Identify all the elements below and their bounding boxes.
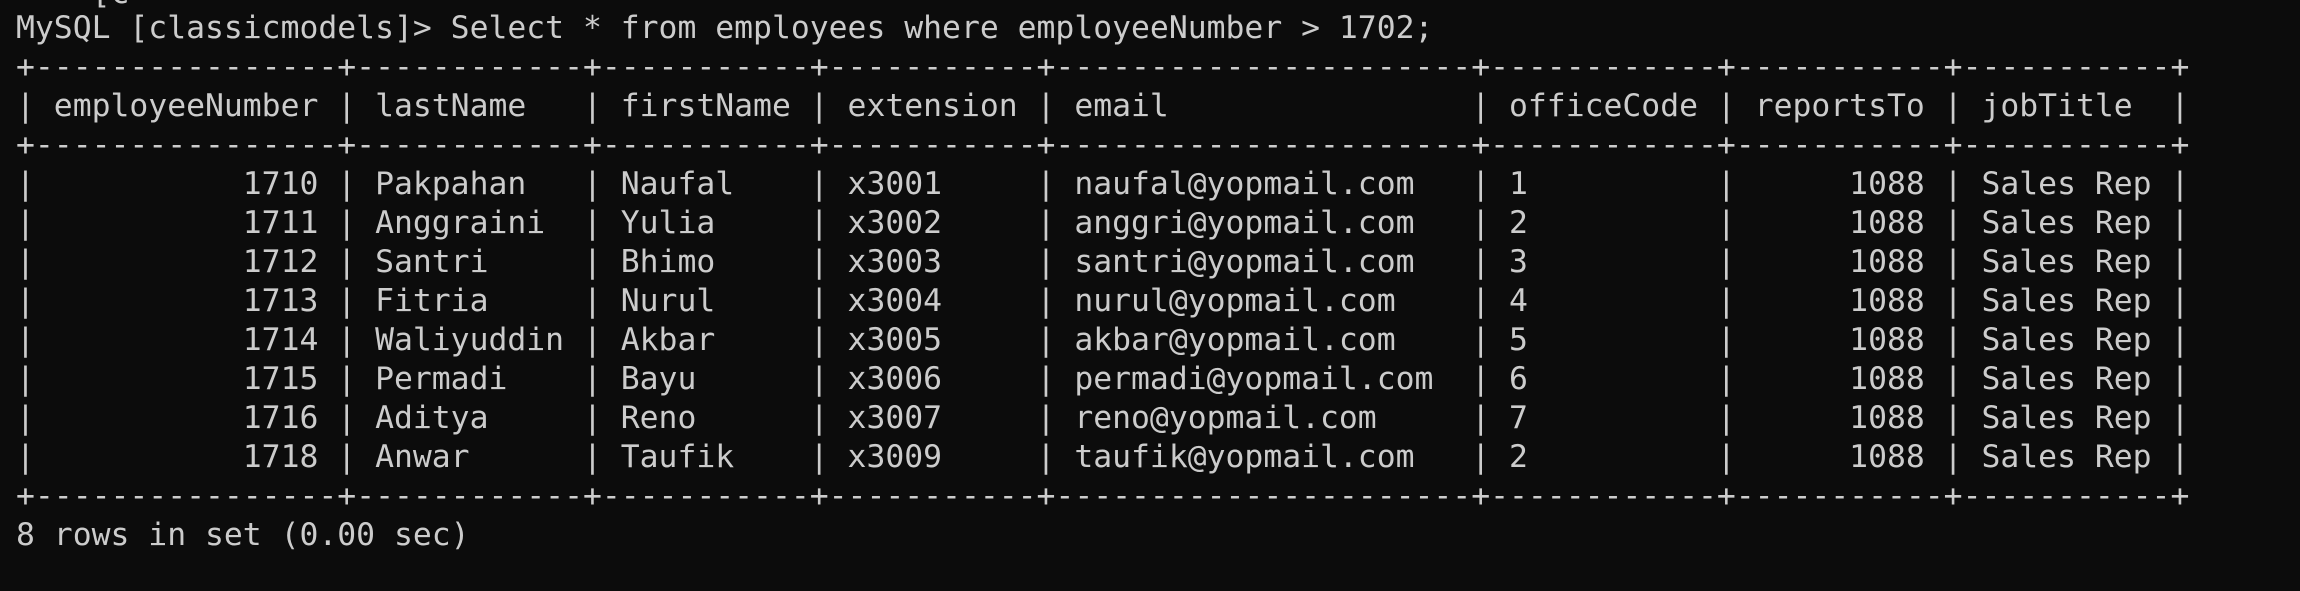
- table-row: | 1715 | Permadi | Bayu | x3006 | permad…: [16, 361, 2190, 397]
- command-prompt-line: MySQL [classicmodels]> Select * from emp…: [16, 10, 1434, 46]
- table-row: | 1711 | Anggraini | Yulia | x3002 | ang…: [16, 205, 2190, 241]
- table-row: | 1714 | Waliyuddin | Akbar | x3005 | ak…: [16, 322, 2190, 358]
- table-border-top: +----------------+------------+---------…: [16, 49, 2190, 85]
- table-row: | 1718 | Anwar | Taufik | x3009 | taufik…: [16, 439, 2190, 475]
- table-header-row: | employeeNumber | lastName | firstName …: [16, 88, 2190, 124]
- table-row: | 1710 | Pakpahan | Naufal | x3001 | nau…: [16, 166, 2190, 202]
- table-row: | 1713 | Fitria | Nurul | x3004 | nurul@…: [16, 283, 2190, 319]
- table-row: | 1712 | Santri | Bhimo | x3003 | santri…: [16, 244, 2190, 280]
- table-border-bottom: +----------------+------------+---------…: [16, 478, 2190, 514]
- query-result-status: 8 rows in set (0.00 sec): [16, 517, 470, 553]
- table-row: | 1716 | Aditya | Reno | x3007 | reno@yo…: [16, 400, 2190, 436]
- table-border-header-separator: +----------------+------------+---------…: [16, 127, 2190, 163]
- terminal-window[interactable]: [c MySQL [classicmodels]> Select * from …: [0, 0, 2300, 591]
